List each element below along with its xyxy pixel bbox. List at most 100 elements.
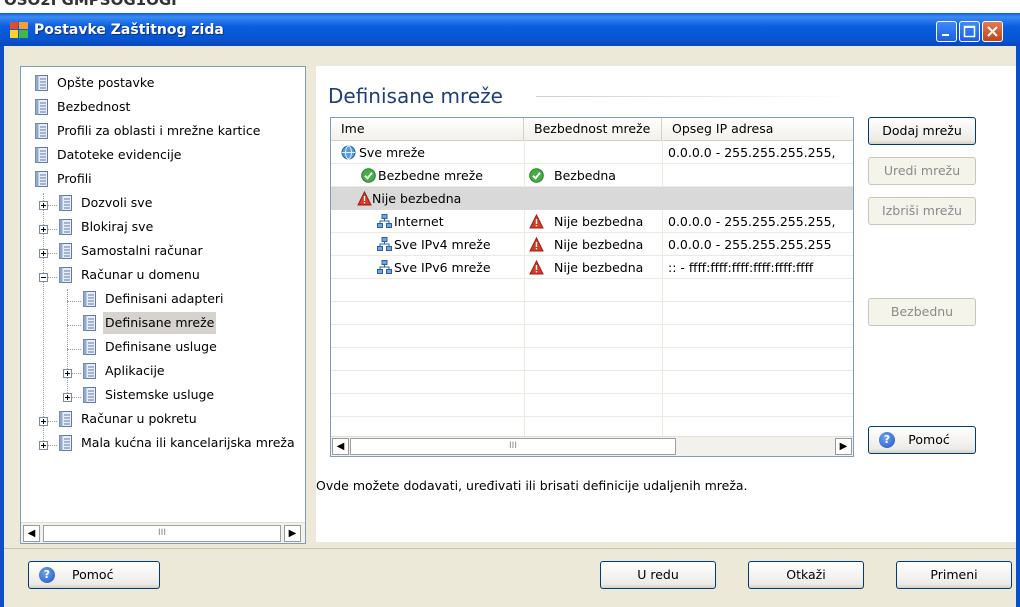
table-row[interactable]: Nije bezbedna xyxy=(331,187,853,210)
safe-check-icon xyxy=(529,168,544,183)
close-button[interactable] xyxy=(982,21,1003,42)
tree-item-label: Sistemske usluge xyxy=(105,387,215,402)
settings-page-icon xyxy=(83,363,96,379)
apply-button[interactable]: Primeni xyxy=(896,561,1012,589)
networks-table[interactable]: Ime Bezbednost mreže Opseg IP adresa Sve… xyxy=(330,117,854,457)
settings-page-icon xyxy=(35,123,48,139)
table-row[interactable]: Internet Nije bezbedna 0.0.0.0 - 255.255.2… xyxy=(331,210,853,233)
footer-help-button[interactable]: ? Pomoć xyxy=(28,561,160,589)
network-name: Sve IPv4 mreže xyxy=(394,237,491,252)
scroll-thumb[interactable]: III xyxy=(350,438,676,455)
description-text: Ovde možete dodavati, uređivati ili bris… xyxy=(316,478,748,493)
delete-network-button[interactable]: Izbriši mrežu xyxy=(868,197,976,225)
expand-toggle[interactable] xyxy=(39,201,48,210)
ok-button[interactable]: U redu xyxy=(600,561,716,589)
settings-page-icon xyxy=(83,387,96,403)
window-titlebar[interactable]: Postavke Zaštitnog zida xyxy=(0,13,1020,46)
network-ip-range: :: - ffff:ffff:ffff:ffff:ffff:ffff xyxy=(668,260,814,275)
settings-page-icon xyxy=(83,315,96,331)
settings-page-icon xyxy=(83,291,96,307)
side-help-label: Pomoć xyxy=(908,432,950,447)
tree-item-label: Aplikacije xyxy=(105,363,165,378)
settings-page-icon xyxy=(35,171,48,187)
expand-toggle[interactable] xyxy=(39,249,48,258)
table-row[interactable]: Sve IPv6 mreže Nije bezbedna:: - ffff:fff… xyxy=(331,256,853,279)
table-row[interactable]: Sve IPv4 mreže Nije bezbedna 0.0.0.0 - 255… xyxy=(331,233,853,256)
help-icon: ? xyxy=(39,567,55,583)
expand-toggle[interactable] xyxy=(39,417,48,426)
row-divider xyxy=(331,416,853,417)
warning-icon xyxy=(529,236,544,252)
row-divider xyxy=(331,393,853,394)
footer-divider xyxy=(4,548,1016,549)
row-divider xyxy=(331,301,853,302)
column-header-name[interactable]: Ime xyxy=(331,118,524,140)
heading-divider xyxy=(536,96,856,97)
scroll-left-button[interactable]: ◀ xyxy=(332,438,349,455)
window-border-right xyxy=(1016,46,1020,607)
row-divider xyxy=(331,347,853,348)
expand-toggle[interactable] xyxy=(39,441,48,450)
scroll-right-button[interactable]: ▶ xyxy=(835,438,852,455)
expand-toggle[interactable] xyxy=(63,369,72,378)
table-header: Ime Bezbednost mreže Opseg IP adresa xyxy=(331,118,853,141)
tree-item-label: Definisani adapteri xyxy=(105,291,224,306)
cropped-heading-text: OSO2I GMPSOG1OGI xyxy=(4,0,177,9)
tree-line xyxy=(67,289,68,401)
settings-page-icon xyxy=(35,99,48,115)
settings-page-icon xyxy=(35,147,48,163)
network-security xyxy=(554,141,660,164)
scroll-right-button[interactable]: ▶ xyxy=(284,525,301,542)
expand-toggle[interactable] xyxy=(39,225,48,234)
tree-item-label: Dozvoli sve xyxy=(81,195,153,210)
network-security: Nije bezbedna xyxy=(554,237,644,252)
network-security: Bezbedna xyxy=(554,168,616,183)
tree-item-label: Računar u domenu xyxy=(81,267,200,282)
minimize-button[interactable] xyxy=(936,21,957,42)
column-header-ip-range[interactable]: Opseg IP adresa xyxy=(662,118,853,140)
settings-page-icon xyxy=(35,75,48,91)
network-name: Bezbedne mreže xyxy=(378,168,483,183)
settings-page-icon xyxy=(59,219,72,235)
maximize-icon xyxy=(963,25,976,38)
network-name: Sve IPv6 mreže xyxy=(394,260,491,275)
edit-network-button[interactable]: Uredi mrežu xyxy=(868,157,976,185)
maximize-button[interactable] xyxy=(959,21,980,42)
window-title: Postavke Zaštitnog zida xyxy=(34,22,224,38)
table-row[interactable]: Sve mreže 0.0.0.0 - 255.255.255.255, xyxy=(331,141,853,164)
window-border-left xyxy=(0,46,4,607)
network-ip-range: 0.0.0.0 - 255.255.255.255, xyxy=(668,214,836,229)
column-header-security[interactable]: Bezbednost mreže xyxy=(524,118,662,140)
tree-item-label: Datoteke evidencije xyxy=(57,147,182,162)
tree-line xyxy=(67,301,81,302)
network-globe-icon xyxy=(341,145,356,160)
settings-page-icon xyxy=(59,195,72,211)
tree-line xyxy=(67,325,81,326)
side-help-button[interactable]: ? Pomoć xyxy=(868,426,976,454)
mark-safe-button[interactable]: Bezbednu xyxy=(868,298,976,326)
add-network-button[interactable]: Dodaj mrežu xyxy=(868,117,976,145)
firewall-app-icon xyxy=(10,22,28,38)
scroll-thumb[interactable]: III xyxy=(43,525,281,542)
settings-tree[interactable]: Opšte postavke Bezbednost Profili za oblas… xyxy=(20,66,306,544)
tree-item-label: Bezbednost xyxy=(57,99,131,114)
tree-horizontal-scrollbar[interactable]: ◀ III ▶ xyxy=(21,522,305,543)
tree-item-label: Opšte postavke xyxy=(57,75,155,90)
tree-item-label: Računar u pokretu xyxy=(81,411,197,426)
expand-toggle[interactable] xyxy=(63,393,72,402)
table-row[interactable]: Bezbedne mreže Bezbedna xyxy=(331,164,853,187)
network-name: Internet xyxy=(394,214,444,229)
settings-page-icon xyxy=(59,267,72,283)
table-horizontal-scrollbar[interactable]: ◀ III ▶ xyxy=(331,436,853,456)
network-ip-range xyxy=(668,164,853,187)
cancel-button[interactable]: Otkaži xyxy=(748,561,864,589)
warning-icon xyxy=(529,259,544,275)
help-icon: ? xyxy=(879,432,895,448)
scroll-left-button[interactable]: ◀ xyxy=(23,525,40,542)
settings-page-icon xyxy=(59,243,72,259)
footer-help-label: Pomoć xyxy=(72,567,114,582)
network-ip-range: 0.0.0.0 - 255.255.255.255 xyxy=(668,237,832,252)
collapse-toggle[interactable] xyxy=(39,273,48,282)
tree-item-label: Samostalni računar xyxy=(81,243,203,258)
tree-item-label: Profili za oblasti i mrežne kartice xyxy=(57,123,261,138)
